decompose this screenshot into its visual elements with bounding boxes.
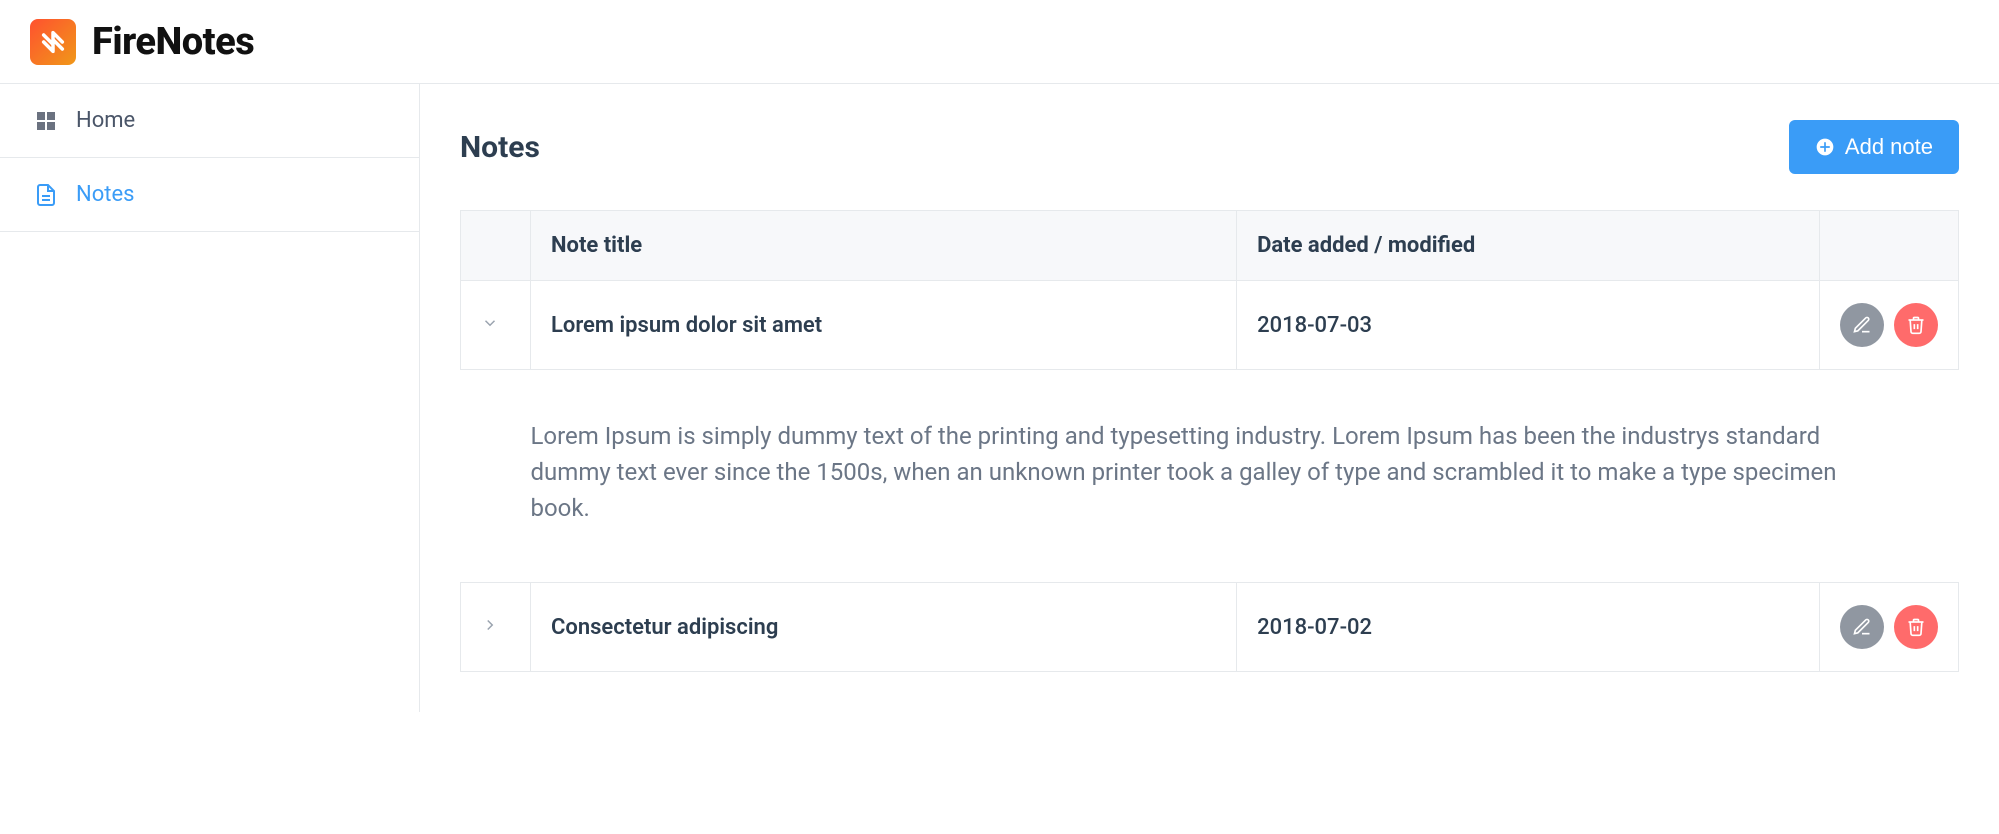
note-title: Consectetur adipiscing — [531, 583, 1237, 672]
sidebar-item-home[interactable]: Home — [0, 84, 419, 158]
pencil-icon — [1852, 617, 1872, 637]
main-content: Notes Add note Note title Date added / m… — [420, 84, 1999, 712]
sidebar: Home Notes — [0, 84, 420, 712]
pencil-icon — [1852, 315, 1872, 335]
chevron-right-icon[interactable] — [481, 616, 499, 634]
notes-table: Note title Date added / modified Lorem i… — [460, 210, 1959, 672]
logo: FireNotes — [30, 19, 254, 65]
edit-button[interactable] — [1840, 303, 1884, 347]
add-note-label: Add note — [1845, 134, 1933, 160]
note-body: Lorem Ipsum is simply dummy text of the … — [461, 370, 1959, 583]
col-expand-header — [461, 211, 531, 281]
delete-button[interactable] — [1894, 303, 1938, 347]
note-date: 2018-07-03 — [1237, 281, 1820, 370]
app-header: FireNotes — [0, 0, 1999, 84]
app-logo-icon — [30, 19, 76, 65]
page-title: Notes — [460, 130, 540, 165]
app-title: FireNotes — [92, 20, 254, 64]
note-date: 2018-07-02 — [1237, 583, 1820, 672]
table-row: Consectetur adipiscing 2018-07-02 — [461, 583, 1959, 672]
col-title-header: Note title — [531, 211, 1237, 281]
col-date-header: Date added / modified — [1237, 211, 1820, 281]
sidebar-item-label: Home — [76, 108, 135, 133]
sidebar-item-notes[interactable]: Notes — [0, 158, 419, 232]
trash-icon — [1906, 617, 1926, 637]
trash-icon — [1906, 315, 1926, 335]
sidebar-item-label: Notes — [76, 182, 134, 207]
grid-icon — [34, 109, 58, 133]
chevron-down-icon[interactable] — [481, 314, 499, 332]
delete-button[interactable] — [1894, 605, 1938, 649]
note-title: Lorem ipsum dolor sit amet — [531, 281, 1237, 370]
table-row: Lorem ipsum dolor sit amet 2018-07-03 — [461, 281, 1959, 370]
note-detail-row: Lorem Ipsum is simply dummy text of the … — [461, 370, 1959, 583]
plus-circle-icon — [1815, 137, 1835, 157]
add-note-button[interactable]: Add note — [1789, 120, 1959, 174]
edit-button[interactable] — [1840, 605, 1884, 649]
document-icon — [34, 183, 58, 207]
col-actions-header — [1820, 211, 1959, 281]
